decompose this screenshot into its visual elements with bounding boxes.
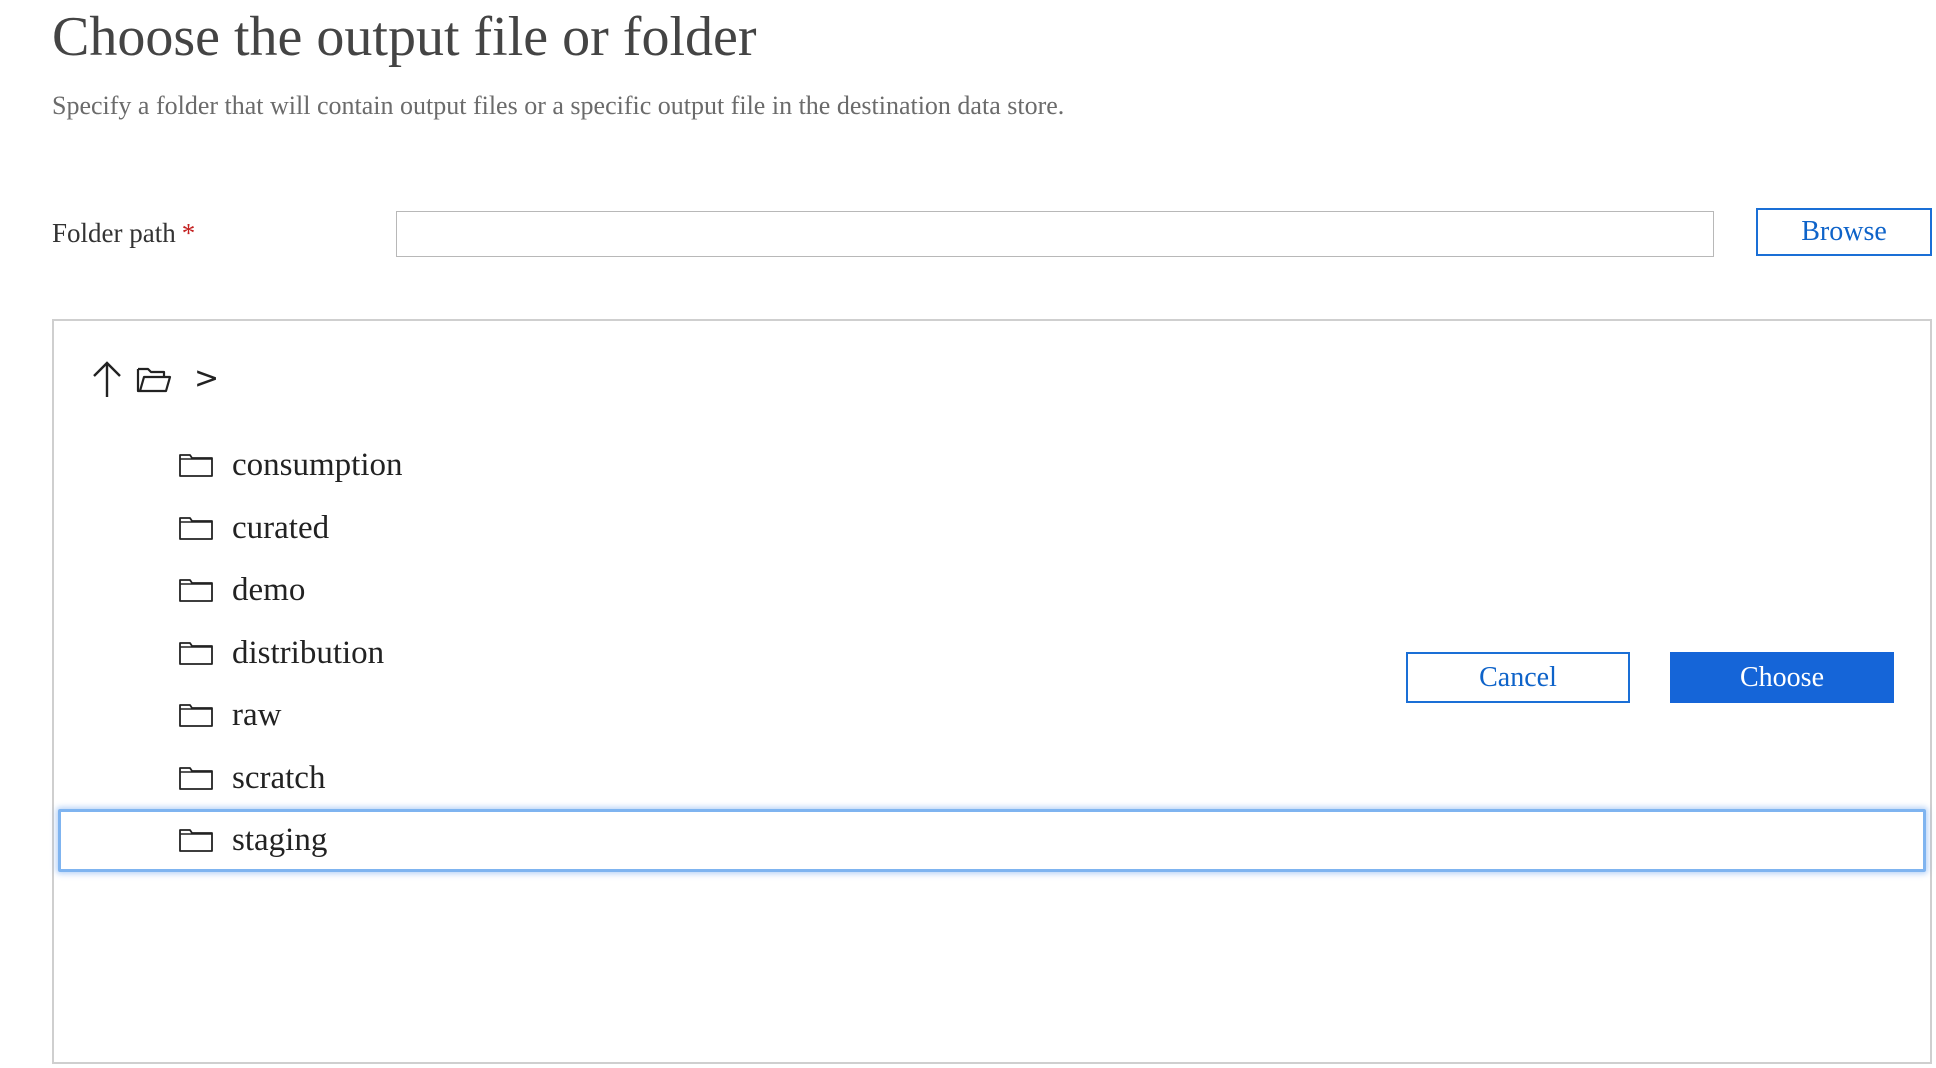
- folder-icon: [178, 702, 214, 728]
- dialog-subtitle: Specify a folder that will contain outpu…: [52, 91, 1065, 120]
- folder-icon: [178, 640, 214, 666]
- folder-icon: [178, 452, 214, 478]
- folder-name: staging: [232, 822, 328, 859]
- folder-list: consumption curated demo distribution raw scr…: [54, 434, 1930, 872]
- required-marker: *: [181, 218, 196, 248]
- folder-item[interactable]: curated: [54, 497, 1930, 560]
- folder-item[interactable]: consumption: [54, 434, 1930, 497]
- folder-icon: [178, 827, 214, 853]
- folder-item[interactable]: staging: [58, 809, 1926, 872]
- folder-item[interactable]: scratch: [54, 747, 1930, 810]
- folder-name: distribution: [232, 634, 385, 671]
- dialog-title: Choose the output file or folder: [52, 6, 757, 68]
- folder-icon: [178, 515, 214, 541]
- folder-icon: [178, 765, 214, 791]
- browse-button[interactable]: Browse: [1756, 208, 1932, 256]
- folder-name: consumption: [232, 447, 403, 484]
- folder-name: curated: [232, 509, 330, 546]
- folder-name: demo: [232, 572, 306, 609]
- choose-button[interactable]: Choose: [1670, 652, 1894, 703]
- folder-path-label: Folder path *: [52, 213, 195, 253]
- cancel-button[interactable]: Cancel: [1406, 652, 1630, 703]
- folder-icon: [178, 577, 214, 603]
- folder-name: raw: [232, 697, 282, 734]
- folder-name: scratch: [232, 759, 326, 796]
- folder-item[interactable]: distribution: [54, 622, 1930, 685]
- folder-path-input[interactable]: [396, 211, 1714, 257]
- arrow-up-icon[interactable]: [90, 359, 124, 399]
- breadcrumb-separator[interactable]: >: [194, 357, 219, 401]
- open-folder-icon[interactable]: [134, 359, 174, 399]
- folder-item[interactable]: raw: [54, 684, 1930, 747]
- folder-path-label-text: Folder path: [52, 218, 176, 248]
- folder-browser-panel: > consumption curated demo distribution raw s…: [52, 319, 1932, 1064]
- folder-item[interactable]: demo: [54, 559, 1930, 622]
